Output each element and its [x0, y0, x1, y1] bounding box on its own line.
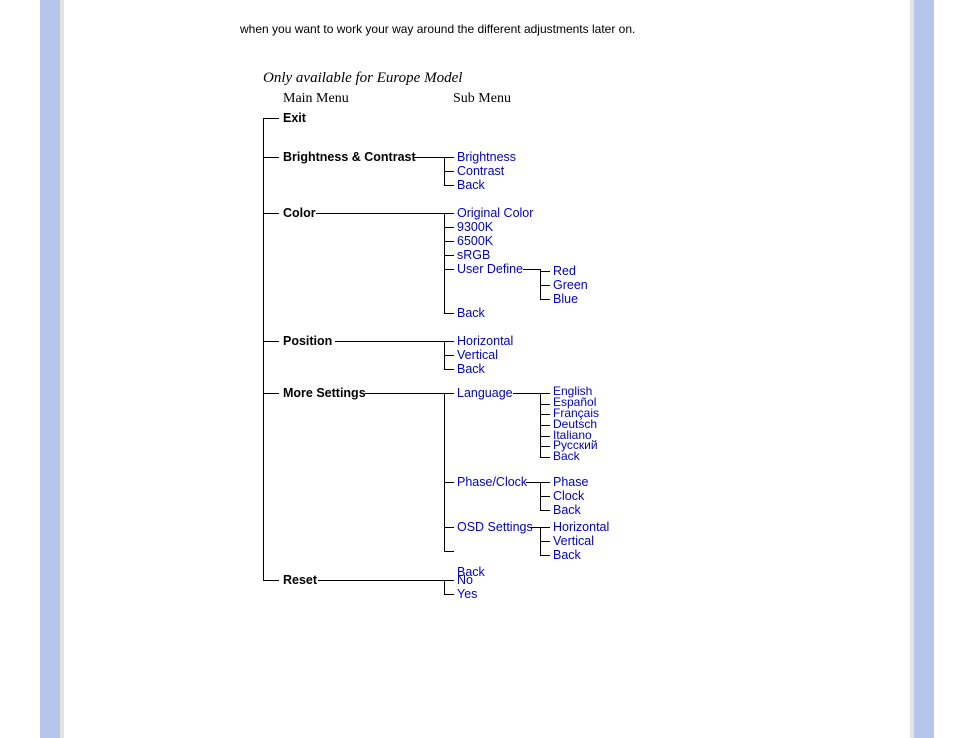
main-exit: Exit	[283, 111, 306, 125]
tree-line	[444, 313, 454, 314]
osd-back: Back	[553, 548, 581, 562]
osd-horizontal: Horizontal	[553, 520, 609, 534]
tree-line	[444, 369, 454, 370]
tree-line	[513, 393, 540, 394]
sub-yes: Yes	[457, 587, 477, 601]
main-brightness-contrast: Brightness & Contrast	[283, 150, 416, 164]
tree-line	[365, 393, 444, 394]
tree-line	[444, 213, 445, 313]
tree-line	[540, 436, 550, 437]
sub-blue: Blue	[553, 292, 578, 306]
tree-line	[444, 269, 454, 270]
sub-brightness: Brightness	[457, 150, 516, 164]
sub-user-define: User Define	[457, 262, 523, 276]
tree-line	[530, 527, 540, 528]
sub-menu-header: Sub Menu	[453, 91, 511, 107]
tree-line	[540, 285, 550, 286]
sub-back: Back	[457, 306, 485, 320]
tree-line	[444, 580, 454, 581]
tree-line	[444, 594, 454, 595]
tree-line	[263, 393, 279, 394]
sub-back: Back	[457, 178, 485, 192]
sub-green: Green	[553, 278, 588, 292]
tree-line	[444, 227, 454, 228]
tree-line	[263, 118, 279, 119]
main-color: Color	[283, 206, 316, 220]
tree-line	[263, 118, 264, 580]
sub-horizontal: Horizontal	[457, 334, 513, 348]
sub-osd-settings: OSD Settings	[457, 520, 533, 534]
page: when you want to work your way around th…	[0, 0, 954, 738]
tree-line	[540, 393, 550, 394]
tree-line	[540, 269, 541, 299]
sub-back: Back	[553, 503, 581, 517]
tree-line	[540, 496, 550, 497]
sub-red: Red	[553, 264, 576, 278]
tree-line	[540, 555, 550, 556]
sub-srgb: sRGB	[457, 248, 490, 262]
main-reset: Reset	[283, 573, 317, 587]
tree-line	[540, 482, 550, 483]
tree-line	[413, 157, 444, 158]
tree-line	[263, 341, 279, 342]
lang-back: Back	[553, 451, 580, 462]
tree-line	[540, 527, 550, 528]
sub-language: Language	[457, 386, 513, 400]
tree-line	[318, 580, 444, 581]
right-shadow	[910, 0, 914, 738]
section-title: Only available for Europe Model	[263, 70, 462, 87]
tree-line	[444, 185, 454, 186]
tree-line	[540, 446, 550, 447]
sub-6500k: 6500K	[457, 234, 493, 248]
intro-text: when you want to work your way around th…	[240, 22, 635, 36]
tree-line	[444, 341, 454, 342]
sub-9300k: 9300K	[457, 220, 493, 234]
tree-line	[263, 157, 279, 158]
tree-line	[444, 255, 454, 256]
sub-phase-clock: Phase/Clock	[457, 475, 527, 489]
tree-line	[444, 527, 454, 528]
tree-line	[444, 393, 454, 394]
tree-line	[335, 341, 444, 342]
tree-line	[263, 213, 279, 214]
sub-back: Back	[457, 362, 485, 376]
main-menu-header: Main Menu	[283, 91, 349, 107]
tree-line	[540, 510, 550, 511]
sub-vertical: Vertical	[457, 348, 498, 362]
tree-line	[526, 482, 540, 483]
tree-line	[263, 580, 279, 581]
sub-phase: Phase	[553, 475, 588, 489]
tree-line	[540, 541, 550, 542]
left-shadow	[60, 0, 64, 738]
tree-line	[444, 157, 454, 158]
tree-line	[540, 425, 550, 426]
sub-no: No	[457, 573, 473, 587]
main-more-settings: More Settings	[283, 386, 366, 400]
tree-line	[444, 482, 454, 483]
tree-line	[444, 551, 454, 552]
sub-contrast: Contrast	[457, 164, 504, 178]
tree-line	[540, 404, 550, 405]
tree-line	[444, 580, 445, 594]
tree-line	[316, 213, 444, 214]
right-gutter	[914, 0, 934, 738]
tree-line	[444, 171, 454, 172]
tree-line	[444, 241, 454, 242]
tree-line	[540, 414, 550, 415]
tree-line	[444, 213, 454, 214]
tree-line	[523, 269, 540, 270]
sub-original-color: Original Color	[457, 206, 533, 220]
sub-clock: Clock	[553, 489, 584, 503]
tree-line	[540, 457, 550, 458]
tree-line	[540, 299, 550, 300]
left-gutter	[40, 0, 60, 738]
tree-line	[540, 271, 550, 272]
tree-line	[444, 355, 454, 356]
osd-vertical: Vertical	[553, 534, 594, 548]
main-position: Position	[283, 334, 332, 348]
